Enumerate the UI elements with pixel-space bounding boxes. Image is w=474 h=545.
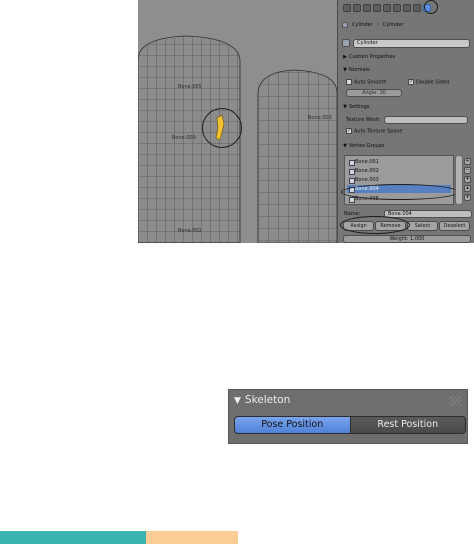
remove-group-icon[interactable]: − [464, 167, 471, 174]
scene-tab-icon[interactable] [353, 4, 361, 12]
settings-header[interactable]: ▼ Settings [341, 103, 472, 112]
modifiers-tab-icon[interactable] [393, 4, 401, 12]
checkbox-label: Auto Smooth [354, 79, 387, 86]
properties-panel: Cylinder › Cylinder Cylinder ▶ Custom Pro… [337, 0, 474, 243]
section-label: Custom Properties [349, 54, 396, 60]
collapse-triangle-icon: ▼ [234, 396, 241, 406]
properties-tabs [343, 4, 431, 12]
material-tab-icon[interactable] [403, 4, 411, 12]
rest-position-button[interactable]: Rest Position [350, 416, 466, 434]
expand-triangle-icon: ▶ [343, 54, 347, 60]
list-item[interactable]: Bone.003 [347, 176, 451, 184]
move-down-icon[interactable]: ▾ [464, 194, 471, 201]
bone-label: Bone.002 [178, 228, 202, 234]
world-tab-icon[interactable] [363, 4, 371, 12]
collapse-triangle-icon: ▼ [343, 143, 347, 149]
section-label: Vertex Groups [349, 143, 385, 149]
vertex-group-side-buttons: + − ▾ ▴ ▾ [464, 158, 472, 201]
pose-position-button[interactable]: Pose Position [234, 416, 351, 434]
breadcrumb-separator-icon: › [376, 22, 379, 28]
constraints-tab-icon[interactable] [383, 4, 391, 12]
angle-field[interactable]: Angle: 30 [346, 89, 402, 97]
collapse-triangle-icon: ▼ [343, 104, 347, 110]
breadcrumb-mesh: Cylinder [382, 22, 404, 28]
move-up-icon[interactable]: ▴ [464, 185, 471, 192]
group-name-field[interactable]: Bone.004 [384, 210, 472, 218]
section-label: Normals [349, 67, 370, 73]
render-tab-icon[interactable] [343, 4, 351, 12]
checkbox-icon [346, 79, 352, 85]
add-group-icon[interactable]: + [464, 158, 471, 165]
vertex-group-scrollbar[interactable] [455, 155, 463, 205]
breadcrumb-object: Cylinder [352, 22, 373, 28]
checkbox-label: Auto Texture Space [354, 128, 403, 135]
highlight-circle [424, 0, 438, 14]
object-name-field[interactable]: Cylinder [353, 38, 470, 48]
mesh-icon [342, 22, 348, 28]
weight-field[interactable]: Weight: 1.000 [343, 235, 471, 243]
list-item[interactable]: Bone.001 [347, 158, 451, 166]
deselect-button[interactable]: Deselect [439, 221, 470, 231]
object-name-row: Cylinder [342, 38, 470, 48]
object-tab-icon[interactable] [373, 4, 381, 12]
peach-bar [146, 531, 238, 544]
texture-mesh-field[interactable] [384, 116, 468, 124]
highlight-circle [340, 216, 410, 234]
bone-label: Bone.009 [172, 135, 196, 141]
skeleton-panel: ▼ Skeleton Pose Position Rest Position [228, 389, 468, 444]
checkbox-label: Double Sided [416, 79, 450, 86]
texture-mesh-row: Texture Mesh: [346, 117, 381, 123]
3d-viewport[interactable]: Bone.005 Bone.003 Bone.009 Bone.002 [138, 0, 337, 243]
checkmark-icon: ✓ [408, 79, 414, 85]
specials-menu-icon[interactable]: ▾ [464, 176, 471, 183]
custom-properties-header[interactable]: ▶ Custom Properties [341, 53, 472, 62]
auto-smooth-toggle[interactable]: Auto Smooth [346, 79, 387, 86]
blender-screenshot: Bone.005 Bone.003 Bone.009 Bone.002 Cyli… [138, 0, 474, 243]
skeleton-header[interactable]: ▼ Skeleton [234, 394, 290, 406]
drag-grip-icon[interactable] [449, 396, 461, 406]
page: Bone.005 Bone.003 Bone.009 Bone.002 Cyli… [0, 0, 474, 545]
normals-header[interactable]: ▼ Normals [341, 66, 472, 75]
auto-texture-space-toggle[interactable]: ✓ Auto Texture Space [346, 128, 402, 135]
skeleton-title: Skeleton [244, 394, 291, 406]
section-label: Settings [349, 104, 370, 110]
breadcrumb: Cylinder › Cylinder [342, 22, 403, 28]
double-sided-toggle[interactable]: ✓ Double Sided [408, 79, 449, 86]
position-toggle: Pose Position Rest Position [234, 416, 466, 434]
teal-bar [0, 531, 146, 544]
highlight-circle [341, 184, 459, 200]
highlight-circle [202, 108, 242, 148]
select-button[interactable]: Select [407, 221, 438, 231]
list-item[interactable]: Bone.002 [347, 167, 451, 175]
checkmark-icon: ✓ [346, 128, 352, 134]
texture-mesh-label: Texture Mesh: [346, 117, 381, 123]
bone-label: Bone.003 [308, 115, 332, 121]
mesh-data-icon [342, 39, 350, 47]
texture-tab-icon[interactable] [413, 4, 421, 12]
vertex-groups-header[interactable]: ▼ Vertex Groups [341, 142, 472, 151]
collapse-triangle-icon: ▼ [343, 67, 347, 73]
bone-label: Bone.005 [178, 84, 202, 90]
